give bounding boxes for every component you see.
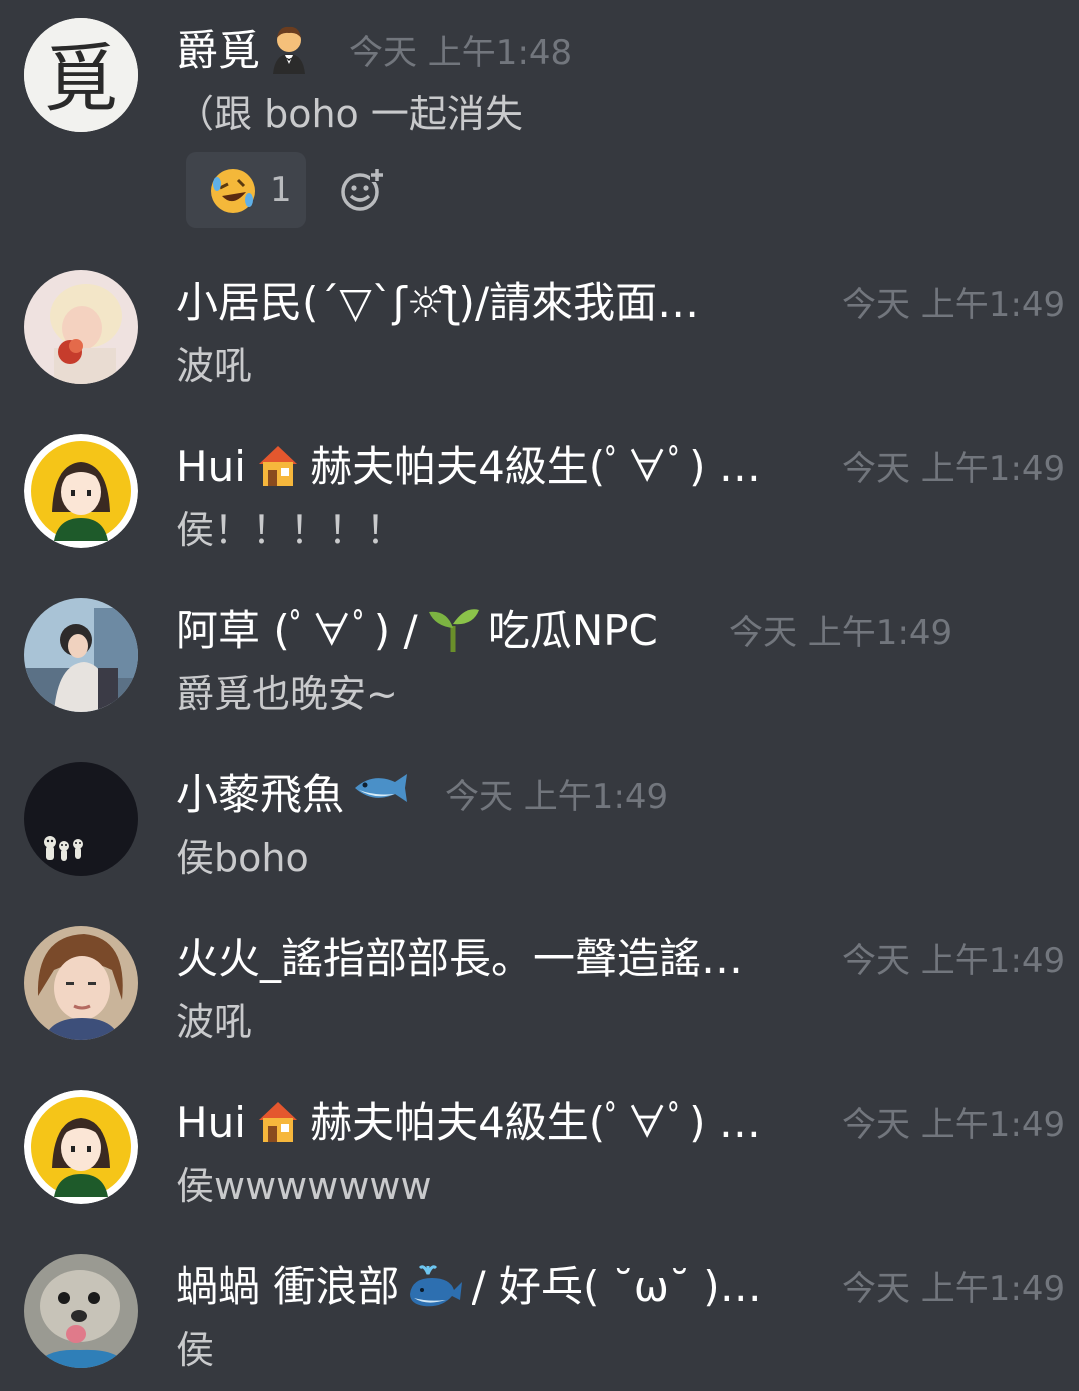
username-suffix[interactable]: 吃瓜NPC <box>488 604 658 658</box>
house-emoji <box>253 1096 303 1150</box>
avatar[interactable] <box>24 270 138 384</box>
timestamp: 今天 上午1:49 <box>842 285 1066 325</box>
message-text: 爵覓也晚安~ <box>176 672 398 716</box>
username[interactable]: 小居民(´▽`ʃ☼ƪ)/請來我面… <box>176 276 699 330</box>
message-text: 波吼 <box>176 1000 253 1044</box>
timestamp: 今天 上午1:49 <box>842 941 1066 981</box>
username-prefix[interactable]: 阿草 (ﾟ∀ﾟ) / <box>176 604 418 658</box>
message-text: （跟 boho 一起消失 <box>176 92 523 136</box>
timestamp: 今天 上午1:49 <box>842 1269 1066 1309</box>
username-suffix[interactable]: / 好乓( ˘ω˘ )… <box>472 1260 762 1314</box>
username-prefix[interactable]: 蝸蝸 衝浪部 <box>176 1260 399 1314</box>
avatar[interactable] <box>24 762 138 876</box>
fish-emoji <box>351 768 411 812</box>
timestamp: 今天 上午1:48 <box>349 33 573 73</box>
username-prefix[interactable]: Hui <box>176 1096 246 1150</box>
message-text: 侯 <box>176 1328 215 1372</box>
message-text: 侯wwwwwww <box>176 1164 432 1208</box>
man-in-tuxedo-emoji <box>267 24 311 78</box>
reaction-pill[interactable]: 1 <box>186 152 306 228</box>
username-prefix[interactable]: Hui <box>176 440 246 494</box>
username[interactable]: 火火_謠指部部長。一聲造謠… <box>176 932 743 986</box>
rofl-emoji <box>208 166 258 220</box>
avatar[interactable]: 覓 <box>24 18 138 132</box>
message-text: 波吼 <box>176 344 253 388</box>
message-text: 侯！！！！！ <box>176 508 405 552</box>
house-emoji <box>253 440 303 494</box>
username[interactable]: 爵覓 <box>176 24 260 78</box>
timestamp: 今天 上午1:49 <box>729 613 953 653</box>
add-reaction-icon[interactable] <box>338 166 386 214</box>
timestamp: 今天 上午1:49 <box>445 777 669 817</box>
avatar[interactable] <box>24 1254 138 1368</box>
timestamp: 今天 上午1:49 <box>842 1105 1066 1145</box>
timestamp: 今天 上午1:49 <box>842 449 1066 489</box>
username-suffix[interactable]: 赫夫帕夫4級生(ﾟ∀ﾟ) … <box>310 440 761 494</box>
avatar[interactable] <box>24 598 138 712</box>
avatar[interactable] <box>24 1090 138 1204</box>
message-text: 侯boho <box>176 836 309 880</box>
reaction-count: 1 <box>270 170 292 210</box>
username[interactable]: 小藜飛魚 <box>176 768 344 822</box>
avatar[interactable] <box>24 926 138 1040</box>
username-suffix[interactable]: 赫夫帕夫4級生(ﾟ∀ﾟ) … <box>310 1096 761 1150</box>
whale-emoji <box>406 1260 464 1314</box>
seedling-emoji <box>425 604 481 658</box>
svg-text:覓: 覓 <box>44 36 118 122</box>
avatar[interactable] <box>24 434 138 548</box>
